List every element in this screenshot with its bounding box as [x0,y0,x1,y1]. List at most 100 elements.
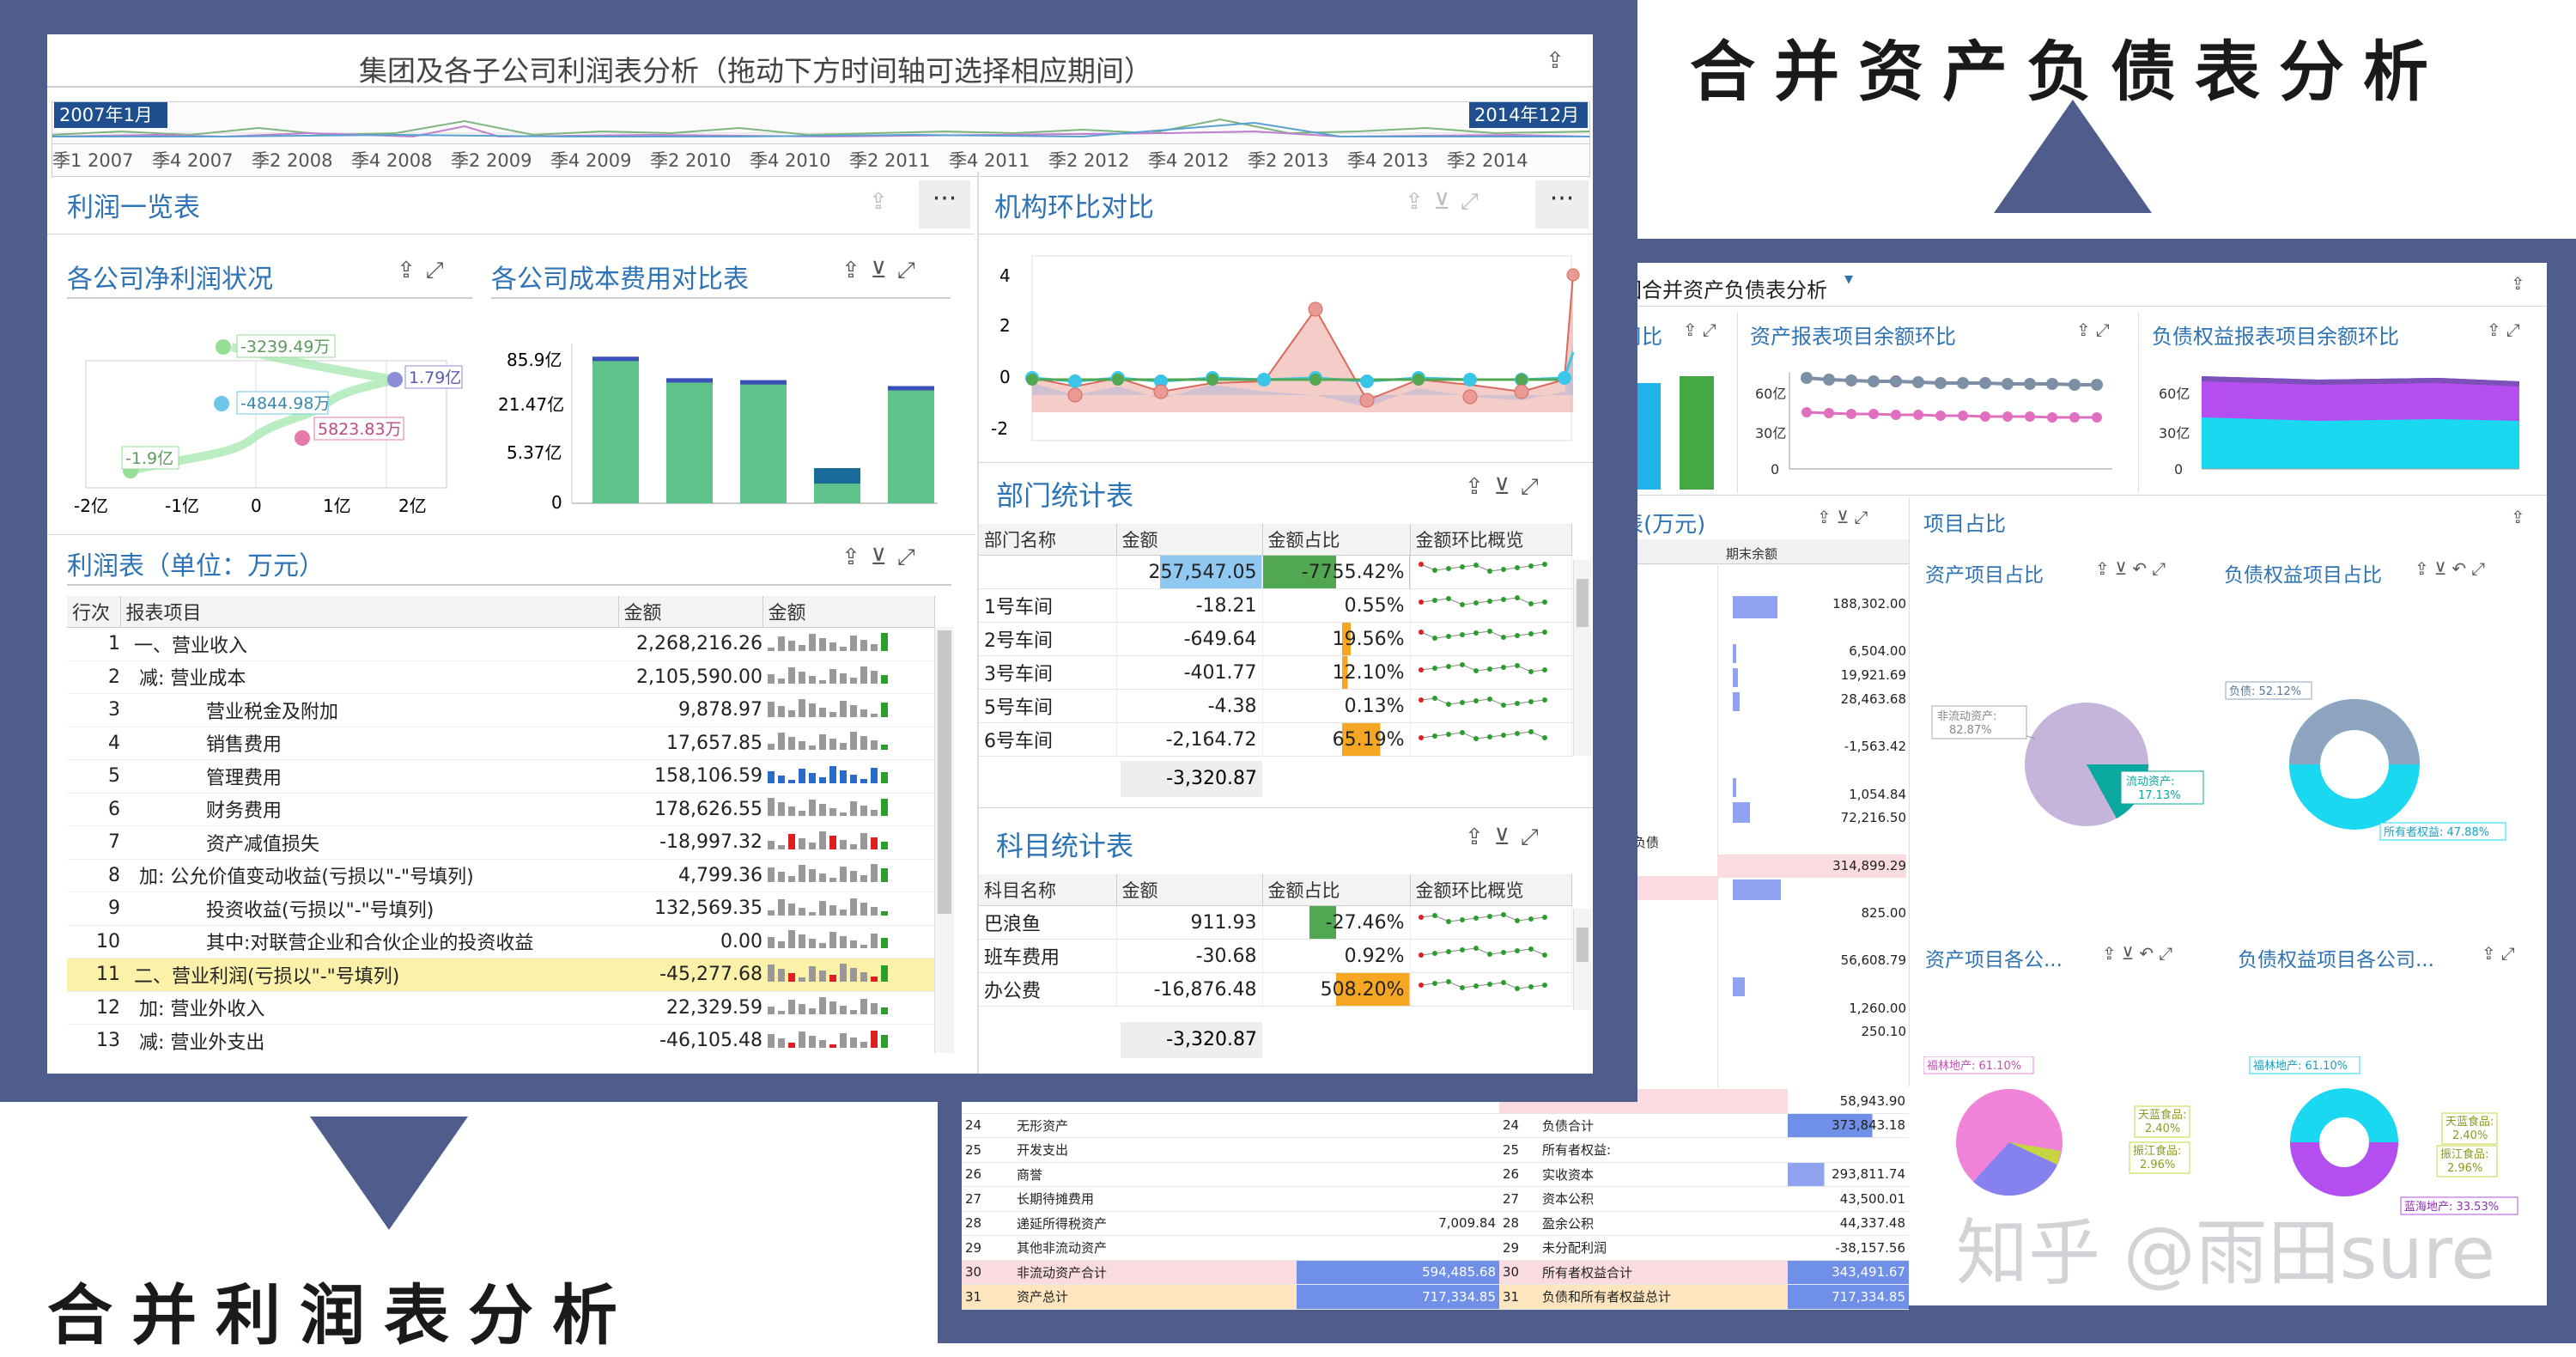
dept-stats-tools[interactable]: ⇪⊻⤢ [1465,474,1549,501]
scrollbar[interactable] [934,627,954,1053]
net-profit-tools[interactable]: ⇪⤢ [397,258,454,284]
scrollbar[interactable] [1573,560,1591,756]
range-start-handle[interactable]: 2007年1月 [54,102,167,128]
arrow-down-icon [310,1117,468,1230]
table-row[interactable]: 5 管理费用 158,106.59 [67,759,934,794]
bar [592,356,639,503]
y-tick: 21.47亿 [498,394,564,415]
col-header: 金额 [762,596,935,628]
y-tick: 0 [999,367,1011,387]
net-profit-label: 5823.83万 [318,420,402,439]
bs-liab-share-tools[interactable]: ⇪⊻↶⤢ [2415,558,2490,579]
table-row[interactable]: 9 投资收益(亏损以"-"号填列) 132,569.35 [67,891,934,926]
svg-text:流动资产:: 流动资产: [2126,776,2174,788]
bs-asset-co-tools[interactable]: ⇪⊻↶⤢ [2102,943,2178,964]
svg-text:30亿: 30亿 [2159,425,2190,441]
bs-bottom-table: 58,943.90 24 无形资产 24 负债合计 373,843.18 25 开发支出… [962,1089,1909,1310]
table-row[interactable]: 6号车间 -2,164.72 65.19% [979,722,1572,757]
more-menu-button[interactable]: ··· [1535,180,1589,228]
table-row[interactable]: 6 财务费用 178,626.55 [67,793,934,826]
subject-stats-title: 科目统计表 [996,830,1134,862]
subject-stats-tools[interactable]: ⇪⊻⤢ [1465,825,1549,851]
bs-liab-co-tools[interactable]: ⇪⤢ [2482,943,2520,964]
profit-table-tools[interactable]: ⇪⊻⤢ [841,545,926,571]
cost-compare-tools[interactable]: ⇪⊻⤢ [841,258,926,284]
svg-text:非流动资产:: 非流动资产: [1937,710,1996,723]
table-row: 29 其他非流动资产 29 未分配利润 -38,157.56 [962,1235,1909,1261]
bs-table-tools[interactable]: ⇪⊻⤢ [1817,507,1873,527]
table-row[interactable]: 2 减: 营业成本 2,105,590.00 [67,660,934,694]
table-row[interactable]: 257,547.05 -7755.42% [979,555,1572,589]
svg-text:2.96%: 2.96% [2447,1162,2482,1175]
bar-cap [740,380,787,385]
org-compare-tools[interactable]: ⇪⊻⤢ [1405,189,1489,216]
profit-table: 行次 报表项目 金额 金额 1 一、营业收入 2,268,216.26 2 减: 营业… [67,596,955,1053]
table-row[interactable]: 班车费用 -30.68 0.92% [979,939,1572,973]
sparkline [1418,696,1547,708]
sparkline [768,864,888,883]
table-row[interactable]: 1号车间 -18.21 0.55% [979,588,1572,623]
timeline-slider[interactable]: 2007年1月 2014年12月 季1 2007 季4 2007 季2 2008 季4… [52,101,1590,177]
table-row: 26 商誉 26 实收资本 293,811.74 [962,1162,1909,1187]
range-end-handle[interactable]: 2014年12月 [1469,102,1588,128]
svg-text:天蓝食品:: 天蓝食品: [2445,1115,2494,1129]
cost-compare-chart: 85.9亿 21.47亿 5.37亿 0 [498,344,938,513]
net-profit-label: -4844.98万 [240,394,330,413]
profit-overview-export[interactable]: ⇪ [869,189,898,215]
sparkline [1418,979,1547,991]
sparkline [768,930,888,949]
sparkline [768,898,888,916]
col-header: 部门名称 [979,524,1117,556]
more-menu-button[interactable]: ··· [919,180,970,228]
x-tick: 2亿 [398,496,427,516]
svg-text:0: 0 [2174,461,2183,478]
export-icon[interactable]: ⇪ [1546,48,1575,74]
bar-cap [888,386,934,391]
profit-overview-title: 利润一览表 [67,192,200,223]
sparkline [1418,729,1547,741]
bs-asset-share-tools[interactable]: ⇪⊻↶⤢ [2095,558,2171,579]
bs-p2-title: 资产报表项目余额环比 [1750,325,1956,349]
bs-p3-tools[interactable]: ⇪⤢ [2487,319,2525,340]
table-row[interactable]: 5号车间 -4.38 0.13% [979,689,1572,723]
bs-p2-tools[interactable]: ⇪⤢ [2076,319,2115,340]
table-row[interactable]: 8 加: 公允价值变动收益(亏损以"-"号填列) 4,799.36 [67,859,934,892]
svg-text:天蓝食品:: 天蓝食品: [2138,1108,2186,1122]
table-row[interactable]: 13 减: 营业外支出 -46,105.48 [67,1024,934,1053]
svg-text:振江食品:: 振江食品: [2133,1144,2181,1158]
sparkline [768,765,888,783]
table-row: 31 资产总计 717,334.85 31 负债和所有者权益总计 717,334.85 [962,1284,1909,1310]
sparkline [768,997,888,1015]
sparkline [1418,562,1547,574]
filter-icon[interactable]: ▾ [1844,268,1853,289]
col-header: 金额占比 [1262,874,1411,906]
svg-text:0: 0 [1771,461,1779,478]
table-row[interactable]: 12 加: 营业外收入 22,329.59 [67,991,934,1025]
table-row[interactable]: 3号车间 -401.77 12.10% [979,655,1572,690]
table-row[interactable]: 2号车间 -649.64 19.56% [979,622,1572,656]
sparkline [768,632,888,651]
svg-text:所有者权益: 47.88%: 所有者权益: 47.88% [2384,825,2489,839]
col-header: 金额 [618,596,763,628]
col-header: 金额占比 [1262,524,1411,556]
col-header: 报表项目 [120,596,619,628]
table-row[interactable]: 4 销售费用 17,657.85 [67,727,934,760]
bs-p1-tools[interactable]: ⇪⤢ [1683,319,1722,340]
table-row[interactable]: 11 二、营业利润(亏损以"-"号填列) -45,277.68 [67,958,934,992]
sparkline [768,798,888,817]
profit-table-title: 利润表（单位：万元） [67,551,325,581]
table-row[interactable]: 10 其中:对联营企业和合伙企业的投资收益 0.00 [67,925,934,958]
svg-text:振江食品:: 振江食品: [2440,1147,2488,1161]
sparkline [768,1030,888,1048]
scrollbar[interactable] [1573,909,1591,1010]
svg-text:福林地产: 61.10%: 福林地产: 61.10% [1927,1060,2021,1073]
table-row[interactable]: 7 资产减值损失 -18,997.32 [67,825,934,860]
bs-asset-share-title: 资产项目占比 [1925,564,2044,587]
x-tick: 1亿 [323,496,351,516]
bs-share-export[interactable]: ⇪ [2511,507,2530,527]
table-row[interactable]: 办公费 -16,876.48 508.20% [979,972,1572,1007]
table-row[interactable]: 巴浪鱼 911.93 -27.46% [979,905,1572,940]
table-row[interactable]: 1 一、营业收入 2,268,216.26 [67,627,934,661]
export-icon[interactable]: ⇪ [2511,273,2530,294]
table-row[interactable]: 3 营业税金及附加 9,878.97 [67,693,934,727]
